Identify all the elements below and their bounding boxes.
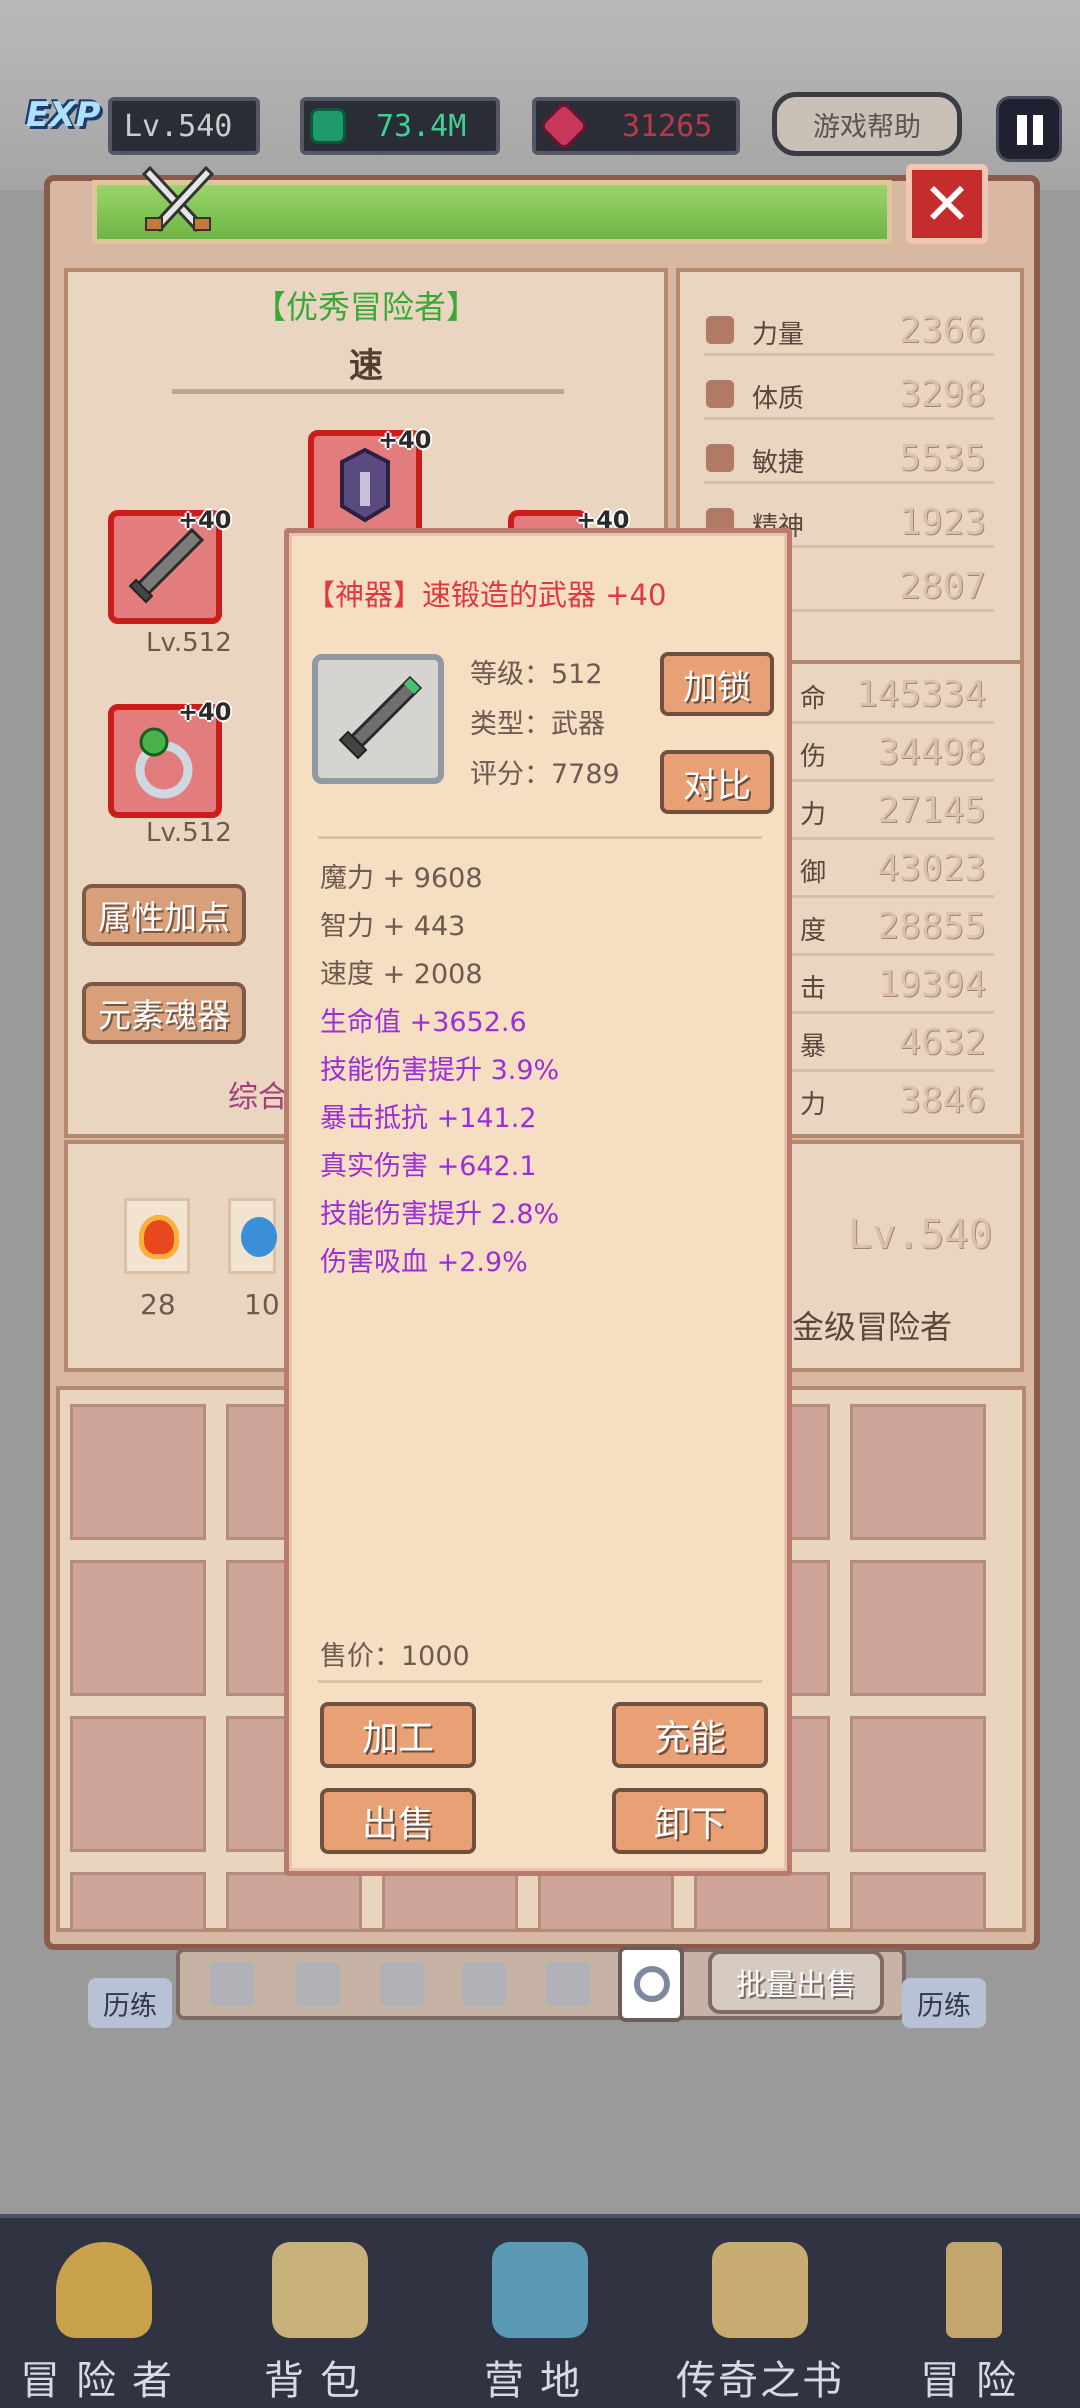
- slot-item-level: Lv.512: [146, 818, 232, 848]
- chest-tab-icon[interactable]: [462, 1962, 506, 2006]
- water-essence-icon: [228, 1198, 277, 1274]
- green-currency-value: 73.4M: [376, 108, 467, 144]
- strength-icon: [706, 316, 734, 344]
- base-attribute: 魔力 + 9608: [320, 863, 483, 894]
- item-sword-icon: [312, 654, 444, 784]
- exp-icon: EXP: [26, 95, 101, 135]
- compare-button[interactable]: 对比: [660, 750, 774, 814]
- inventory-slot[interactable]: [226, 1872, 362, 1932]
- player-rank: 金级冒险者: [792, 1308, 953, 1346]
- overall-rating-label: 综合: [228, 1080, 288, 1115]
- unequip-button[interactable]: 卸下: [612, 1788, 768, 1854]
- lock-button[interactable]: 加锁: [660, 652, 774, 716]
- slot-enhance-level: +40: [178, 506, 232, 534]
- adventurer-title: 【优秀冒险者】: [253, 288, 478, 326]
- title-divider: [172, 389, 564, 394]
- item-level: 等级：512: [470, 659, 603, 690]
- inventory-slot[interactable]: [850, 1872, 986, 1932]
- item-type: 类型：武器: [470, 709, 605, 740]
- bonus-attribute: 技能伤害提升 3.9%: [320, 1055, 560, 1086]
- close-button[interactable]: ✕: [906, 164, 988, 244]
- batch-sell-button[interactable]: 批量出售: [708, 1950, 884, 2014]
- accessory-tab-active[interactable]: [618, 1946, 684, 2022]
- inventory-slot[interactable]: [850, 1404, 986, 1540]
- fire-essence-icon: [124, 1198, 190, 1274]
- inventory-slot[interactable]: [70, 1560, 206, 1696]
- water-essence-count: 10: [244, 1288, 280, 1321]
- inventory-slot[interactable]: [70, 1716, 206, 1852]
- boots-tab-icon[interactable]: [546, 1962, 590, 2006]
- fire-essence-count: 28: [140, 1288, 176, 1321]
- game-help-button[interactable]: 游戏帮助: [772, 92, 962, 156]
- player-level-chip: Lv.540: [108, 97, 260, 155]
- crossed-swords-icon: [141, 165, 215, 233]
- sword-hilt-icon: [946, 2242, 1002, 2338]
- nav-adventurer[interactable]: 冒险者: [4, 2220, 204, 2406]
- book-icon: [712, 2242, 808, 2338]
- inventory-slot[interactable]: [382, 1872, 518, 1932]
- inventory-slot[interactable]: [538, 1872, 674, 1932]
- slot-item-level: Lv.512: [146, 628, 232, 658]
- nav-backpack[interactable]: 背包: [220, 2220, 420, 2406]
- bonus-attribute: 真实伤害 +642.1: [320, 1151, 537, 1182]
- nav-camp[interactable]: 营地: [440, 2220, 640, 2406]
- sell-price: 售价：1000: [320, 1641, 470, 1672]
- boot-icon: [706, 444, 734, 472]
- heart-icon: [706, 380, 734, 408]
- inventory-slot[interactable]: [70, 1872, 206, 1932]
- nav-adventure[interactable]: 冒险: [876, 2220, 1076, 2406]
- player-level: Lv.540: [124, 108, 233, 144]
- pause-button[interactable]: [996, 96, 1062, 162]
- camp-banner-icon: [492, 2242, 588, 2338]
- item-name: 【神器】速锻造的武器 +40: [306, 578, 667, 612]
- inventory-slot[interactable]: [850, 1560, 986, 1696]
- slot-enhance-level: +40: [378, 426, 432, 454]
- attribute-points-button[interactable]: 属性加点: [82, 884, 246, 946]
- train-tab-right[interactable]: 历练: [902, 1978, 986, 2028]
- inventory-slot[interactable]: [850, 1716, 986, 1852]
- emerald-gem-icon: [310, 108, 346, 144]
- helmet-tab-icon[interactable]: [380, 1962, 424, 2006]
- class-label: 速: [349, 346, 383, 386]
- base-attribute: 智力 + 443: [320, 911, 466, 942]
- element-soul-button[interactable]: 元素魂器: [82, 982, 246, 1044]
- bonus-attribute: 伤害吸血 +2.9%: [320, 1247, 528, 1278]
- ring-tab-icon: [634, 1966, 670, 2002]
- bonus-attribute: 技能伤害提升 2.8%: [320, 1199, 560, 1230]
- weapon-tab-icon[interactable]: [210, 1962, 254, 2006]
- armor-tab-icon[interactable]: [296, 1962, 340, 2006]
- bonus-attribute: 生命值 +3652.6: [320, 1007, 527, 1038]
- slot-enhance-level: +40: [178, 698, 232, 726]
- crown-helmet-icon: [56, 2242, 152, 2338]
- inventory-slot[interactable]: [694, 1872, 830, 1932]
- train-tab-left[interactable]: 历练: [88, 1978, 172, 2028]
- red-currency-value: 31265: [622, 108, 713, 144]
- backpack-icon: [272, 2242, 368, 2338]
- stat-row: 力量 2366: [704, 304, 994, 356]
- popup-divider: [318, 1680, 762, 1683]
- nav-legend-book[interactable]: 传奇之书: [660, 2220, 860, 2406]
- craft-button[interactable]: 加工: [320, 1702, 476, 1768]
- popup-divider: [318, 836, 762, 839]
- inventory-slot[interactable]: [70, 1404, 206, 1540]
- item-score: 评分：7789: [470, 759, 620, 790]
- stat-row: 敏捷 5535: [704, 432, 994, 484]
- base-attribute: 速度 + 2008: [320, 959, 483, 990]
- stat-row: 体质 3298: [704, 368, 994, 420]
- player-level-display: Lv.540: [848, 1212, 993, 1258]
- charge-button[interactable]: 充能: [612, 1702, 768, 1768]
- sell-button[interactable]: 出售: [320, 1788, 476, 1854]
- bonus-attribute: 暴击抵抗 +141.2: [320, 1103, 537, 1134]
